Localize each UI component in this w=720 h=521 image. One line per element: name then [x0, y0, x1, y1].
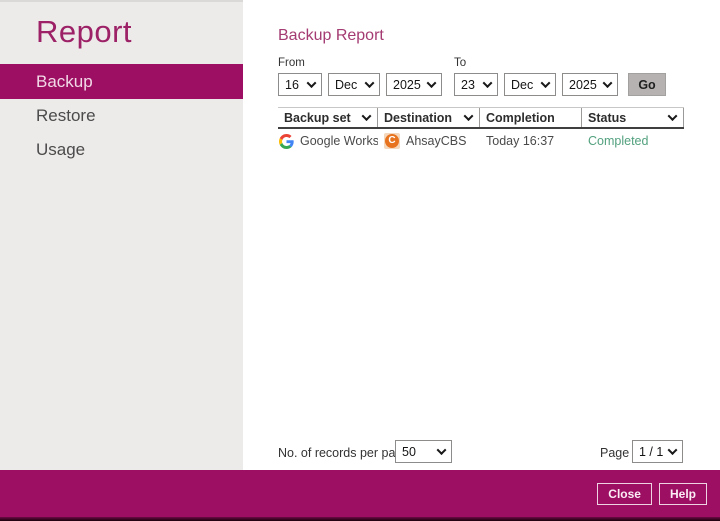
- table-row[interactable]: Google Works... C AhsayCBS Today 16:37 C…: [278, 129, 684, 153]
- sidebar: Report Backup Restore Usage: [0, 0, 243, 470]
- to-month-value: Dec: [511, 78, 533, 92]
- destination-name: AhsayCBS: [406, 134, 466, 148]
- records-per-page-value: 50: [402, 445, 416, 459]
- records-per-page-label: No. of records per page: [278, 446, 409, 460]
- from-label: From: [278, 57, 442, 69]
- chevron-down-icon: [307, 78, 317, 88]
- chevron-down-icon: [668, 445, 678, 455]
- from-year-value: 2025: [393, 78, 421, 92]
- chevron-down-icon: [437, 445, 447, 455]
- destination-cell: C AhsayCBS: [378, 133, 480, 149]
- to-year-value: 2025: [569, 78, 597, 92]
- go-button[interactable]: Go: [628, 73, 666, 96]
- status-cell: Completed: [582, 134, 684, 148]
- column-header-destination[interactable]: Destination: [378, 108, 480, 127]
- column-header-status[interactable]: Status: [582, 108, 684, 127]
- sidebar-item-usage[interactable]: Usage: [0, 133, 243, 167]
- sidebar-item-backup-label: Backup: [36, 72, 93, 91]
- main-content: Backup Report From 16 Dec 2025: [243, 0, 720, 470]
- chevron-down-icon: [668, 111, 678, 121]
- chevron-down-icon: [464, 111, 474, 121]
- completion-cell: Today 16:37: [480, 134, 582, 148]
- status-badge: Completed: [588, 134, 648, 148]
- sidebar-item-usage-label: Usage: [36, 140, 85, 159]
- chevron-down-icon: [541, 78, 551, 88]
- sidebar-item-restore-label: Restore: [36, 106, 96, 125]
- backup-set-cell: Google Works...: [278, 133, 378, 149]
- help-button[interactable]: Help: [659, 483, 707, 505]
- from-day-value: 16: [285, 78, 299, 92]
- footer-bar: Close Help: [0, 470, 720, 517]
- completion-time: Today 16:37: [486, 134, 554, 148]
- page-value: 1 / 1: [639, 445, 663, 459]
- chevron-down-icon: [427, 78, 437, 88]
- to-day-value: 23: [461, 78, 475, 92]
- page-title: Backup Report: [278, 27, 384, 45]
- close-button[interactable]: Close: [597, 483, 652, 505]
- page-label: Page: [600, 446, 629, 460]
- table-header: Backup set Destination Completion Status: [278, 107, 684, 129]
- sidebar-menu: Backup Restore Usage: [0, 64, 243, 167]
- window-bottom-edge: [0, 517, 720, 521]
- from-month-value: Dec: [335, 78, 357, 92]
- date-filter-bar: From 16 Dec 2025 To: [278, 57, 666, 96]
- to-day-select[interactable]: 23: [454, 73, 498, 96]
- column-header-backup-set[interactable]: Backup set: [278, 108, 378, 127]
- chevron-down-icon: [603, 78, 613, 88]
- to-year-select[interactable]: 2025: [562, 73, 618, 96]
- sidebar-title: Report: [36, 14, 243, 50]
- from-month-select[interactable]: Dec: [328, 73, 380, 96]
- sidebar-item-backup[interactable]: Backup: [0, 64, 243, 99]
- to-month-select[interactable]: Dec: [504, 73, 556, 96]
- backup-set-name: Google Works...: [300, 134, 378, 148]
- from-year-select[interactable]: 2025: [386, 73, 442, 96]
- to-group: 23 Dec 2025: [454, 73, 618, 96]
- google-workspace-icon: [278, 133, 294, 149]
- from-group: 16 Dec 2025: [278, 73, 442, 96]
- records-per-page-select[interactable]: 50: [395, 440, 452, 463]
- ahsay-cbs-icon: C: [384, 133, 400, 149]
- to-label: To: [454, 57, 618, 69]
- from-day-select[interactable]: 16: [278, 73, 322, 96]
- chevron-down-icon: [365, 78, 375, 88]
- backup-report-table: Backup set Destination Completion Status: [278, 107, 684, 153]
- chevron-down-icon: [483, 78, 493, 88]
- chevron-down-icon: [362, 111, 372, 121]
- sidebar-item-restore[interactable]: Restore: [0, 99, 243, 133]
- column-header-completion: Completion: [480, 108, 582, 127]
- page-select[interactable]: 1 / 1: [632, 440, 683, 463]
